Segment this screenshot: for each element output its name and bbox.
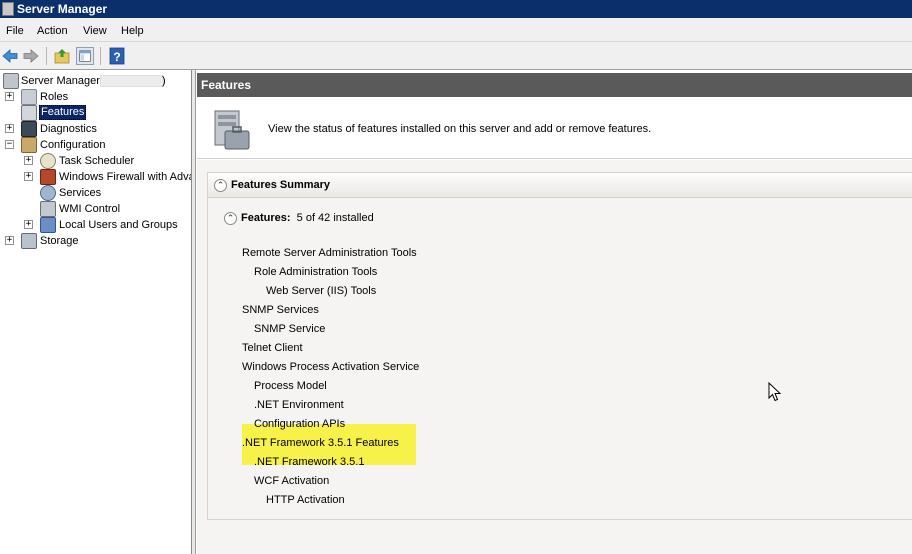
show-hide-console-tree-icon[interactable] — [76, 47, 94, 65]
expand-icon[interactable]: + — [24, 220, 33, 229]
tree-item-local-users[interactable]: + Local Users and Groups — [0, 217, 190, 233]
tree-item-wmi-control[interactable]: WMI Control — [0, 201, 190, 217]
clock-icon — [40, 153, 56, 169]
expand-icon[interactable]: + — [5, 236, 14, 245]
tree-label-local-users: Local Users and Groups — [59, 219, 178, 231]
tree-label-services: Services — [59, 187, 102, 199]
collapse-summary-icon[interactable]: ⌃ — [214, 179, 227, 192]
feature-item: HTTP Activation — [266, 494, 345, 506]
toolbar: ? — [0, 42, 912, 70]
features-label: Features: — [241, 212, 291, 224]
users-icon — [40, 217, 56, 233]
content-pane: Features View the status of features ins… — [197, 70, 912, 554]
feature-item: WCF Activation — [254, 475, 330, 487]
feature-item: Role Administration Tools — [254, 266, 378, 278]
redacted-server-name — [100, 75, 164, 87]
title-bar: Server Manager — [0, 0, 912, 18]
features-icon — [21, 105, 37, 121]
feature-item: Remote Server Administration Tools — [242, 247, 417, 259]
tree-item-features[interactable]: Features — [0, 105, 190, 121]
console-tree: Server Manager ( ) + Roles Features + Di… — [0, 70, 192, 554]
tree-item-windows-firewall[interactable]: + Windows Firewall with Adva — [0, 169, 192, 185]
features-large-icon — [214, 110, 250, 150]
server-manager-icon — [2, 2, 14, 16]
collapse-icon[interactable]: − — [5, 140, 14, 149]
menu-bar: File Action View Help — [0, 18, 912, 42]
feature-item: .NET Environment — [254, 399, 344, 411]
server-icon — [3, 73, 19, 89]
tree-item-storage[interactable]: + Storage — [0, 233, 190, 249]
summary-title: Features Summary — [231, 179, 331, 191]
firewall-icon — [40, 169, 56, 185]
pane-splitter[interactable] — [192, 70, 196, 554]
feature-item: SNMP Services — [242, 304, 319, 316]
tree-label-configuration: Configuration — [40, 139, 106, 151]
feature-item: Process Model — [254, 380, 327, 392]
features-count-line: Features: 5 of 42 installed — [241, 212, 374, 224]
feature-item: .NET Framework 3.5.1 — [254, 456, 365, 468]
features-body: ⌃ Features Summary ⌃ Features: 5 of 42 i… — [197, 160, 912, 554]
tree-label-roles: Roles — [40, 91, 69, 103]
tree-item-task-scheduler[interactable]: + Task Scheduler — [0, 153, 190, 169]
description-text: View the status of features installed on… — [268, 123, 652, 135]
toolbar-separator — [46, 47, 47, 65]
collapse-features-icon[interactable]: ⌃ — [224, 212, 237, 225]
gear-icon — [40, 185, 56, 201]
tree-label-storage: Storage — [40, 235, 79, 247]
tree-label-firewall: Windows Firewall with Adva — [59, 171, 192, 183]
tree-label-task-scheduler: Task Scheduler — [59, 155, 135, 167]
content-header: Features — [197, 73, 912, 97]
expand-icon[interactable]: + — [5, 92, 14, 101]
feature-item: Telnet Client — [242, 342, 303, 354]
wmi-icon — [40, 201, 56, 217]
feature-item: Web Server (IIS) Tools — [266, 285, 377, 297]
window-title: Server Manager — [17, 2, 108, 16]
back-icon[interactable] — [1, 47, 19, 65]
menu-action[interactable]: Action — [37, 25, 68, 38]
tree-label-root-suffix: ) — [162, 75, 166, 87]
storage-icon — [21, 233, 37, 249]
expand-icon[interactable]: + — [24, 156, 33, 165]
content-title: Features — [201, 78, 252, 92]
description-area: View the status of features installed on… — [197, 97, 912, 159]
mouse-cursor-icon — [768, 382, 782, 402]
features-panel: ⌃ Features: 5 of 42 installed Remote Ser… — [207, 198, 912, 520]
features-summary-bar: ⌃ Features Summary — [207, 172, 912, 198]
expand-icon[interactable]: + — [24, 172, 33, 181]
toolbar-separator — [100, 47, 101, 65]
menu-file[interactable]: File — [6, 25, 24, 38]
up-folder-icon[interactable] — [53, 47, 71, 65]
tree-item-roles[interactable]: + Roles — [0, 89, 190, 105]
feature-item: Windows Process Activation Service — [242, 361, 420, 373]
configuration-icon — [21, 137, 37, 153]
features-count: 5 of 42 installed — [296, 212, 374, 224]
svg-text:?: ? — [113, 50, 120, 64]
diagnostics-icon — [21, 121, 37, 137]
tree-label-diagnostics: Diagnostics — [40, 123, 97, 135]
tree-label-root: Server Manager ( — [21, 75, 107, 87]
feature-item: .NET Framework 3.5.1 Features — [242, 437, 399, 449]
tree-label-wmi: WMI Control — [59, 203, 121, 215]
menu-help[interactable]: Help — [121, 25, 144, 38]
feature-item: SNMP Service — [254, 323, 326, 335]
forward-icon[interactable] — [22, 47, 40, 65]
menu-view[interactable]: View — [83, 25, 107, 38]
tree-item-configuration[interactable]: − Configuration — [0, 137, 190, 153]
tree-item-services[interactable]: Services — [0, 185, 190, 201]
expand-icon[interactable]: + — [5, 124, 14, 133]
tree-label-features: Features — [39, 105, 87, 120]
help-icon[interactable]: ? — [108, 47, 126, 65]
feature-item: Configuration APIs — [254, 418, 346, 430]
tree-item-diagnostics[interactable]: + Diagnostics — [0, 121, 190, 137]
roles-icon — [21, 89, 37, 105]
tree-item-server-manager[interactable]: Server Manager ( ) — [0, 73, 190, 89]
